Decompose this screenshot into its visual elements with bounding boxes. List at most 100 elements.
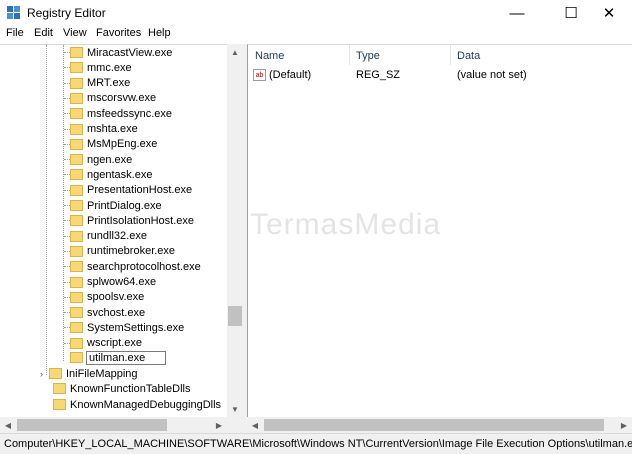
menu-view[interactable]: View: [63, 27, 87, 39]
folder-icon: [70, 200, 83, 211]
tree-guide-line: [46, 45, 47, 375]
folder-icon: [70, 123, 83, 135]
tree-horizontal-scrollbar[interactable]: ◀ ▶: [0, 417, 243, 433]
tree-item[interactable]: PrintIsolationHost.exe: [70, 213, 195, 228]
tree-item[interactable]: mmc.exe: [70, 60, 133, 75]
tree-item[interactable]: searchprotocolhost.exe: [70, 259, 202, 274]
menu-edit[interactable]: Edit: [34, 27, 53, 39]
tree-item-rename-field[interactable]: utilman.exe: [86, 350, 167, 365]
tree-item-label: searchprotocolhost.exe: [87, 260, 201, 273]
folder-icon: [70, 322, 83, 334]
value-row-default[interactable]: ab (Default): [253, 67, 311, 83]
folder-icon: [70, 245, 83, 257]
scroll-thumb[interactable]: [264, 419, 604, 431]
folder-icon: [70, 108, 83, 120]
tree-item[interactable]: mscorsvw.exe: [70, 91, 157, 106]
scroll-left-arrow-icon[interactable]: ◀: [247, 417, 263, 433]
tree-item[interactable]: MiracastView.exe: [70, 45, 173, 60]
tree-item[interactable]: spoolsv.exe: [70, 290, 145, 305]
column-separator[interactable]: [450, 45, 451, 65]
column-separator[interactable]: [349, 45, 350, 65]
tree-item-label: runtimebroker.exe: [87, 245, 176, 258]
tree-item[interactable]: PresentationHost.exe: [70, 183, 193, 198]
folder-icon: [70, 352, 83, 363]
scroll-thumb[interactable]: [228, 306, 242, 326]
tree-item[interactable]: msfeedssync.exe: [70, 106, 173, 121]
tree-item[interactable]: runtimebroker.exe: [70, 244, 176, 259]
scroll-right-arrow-icon[interactable]: ▶: [211, 417, 227, 433]
tree-item-label: mscorsvw.exe: [87, 92, 157, 105]
folder-icon: [53, 399, 66, 410]
menu-bar: File Edit View Favorites Help: [0, 26, 632, 43]
status-bar: Computer\HKEY_LOCAL_MACHINE\SOFTWARE\Mic…: [0, 433, 632, 454]
tree-item-label: PrintIsolationHost.exe: [87, 214, 194, 227]
watermark-text: TermasMedia: [250, 208, 442, 241]
expand-chevron-icon[interactable]: ›: [40, 369, 43, 379]
scroll-right-arrow-icon[interactable]: ▶: [616, 417, 632, 433]
value-type-cell: REG_SZ: [356, 69, 401, 81]
tree-item-label: mshta.exe: [87, 123, 138, 135]
minimize-icon: —: [509, 4, 525, 22]
tree-item-knownmanageddebuggingdlls[interactable]: KnownManagedDebuggingDlls: [53, 397, 222, 412]
column-header-data[interactable]: Data: [457, 50, 480, 62]
list-horizontal-scrollbar[interactable]: ◀ ▶: [247, 417, 632, 433]
scroll-left-arrow-icon[interactable]: ◀: [0, 417, 16, 433]
maximize-icon: ☐: [564, 5, 578, 22]
folder-icon: [70, 154, 83, 166]
tree-item-label: ngentask.exe: [87, 168, 153, 181]
scroll-down-arrow-icon[interactable]: ▼: [227, 401, 243, 417]
folder-icon: [70, 215, 83, 227]
tree-item-label: spoolsv.exe: [87, 291, 145, 304]
tree-item-label: PresentationHost.exe: [87, 184, 193, 197]
tree-item[interactable]: SystemSettings.exe: [70, 320, 185, 335]
registry-tree[interactable]: MiracastView.exe mmc.exe MRT.exe mscorsvw.e…: [0, 44, 244, 434]
tree-guide-line: [63, 45, 64, 361]
folder-icon: [70, 291, 83, 303]
column-header-name[interactable]: Name: [255, 50, 284, 62]
menu-file[interactable]: File: [6, 27, 24, 39]
tree-item-label: MiracastView.exe: [87, 46, 173, 59]
tree-item[interactable]: rundll32.exe: [70, 229, 148, 244]
tree-item-label: MsMpEng.exe: [87, 138, 158, 151]
folder-icon: [70, 261, 83, 273]
menu-favorites[interactable]: Favorites: [96, 27, 141, 39]
tree-item-label: ngen.exe: [87, 153, 133, 166]
value-data-cell: (value not set): [457, 69, 527, 81]
folder-icon: [70, 184, 83, 196]
minimize-button[interactable]: —: [494, 0, 540, 26]
tree-item-label: SystemSettings.exe: [87, 321, 185, 334]
tree-item[interactable]: MsMpEng.exe: [70, 137, 158, 152]
value-name: (Default): [269, 69, 312, 81]
tree-vertical-scrollbar[interactable]: ▲ ▼: [227, 44, 243, 417]
folder-icon: [70, 92, 83, 104]
scroll-up-arrow-icon[interactable]: ▲: [227, 44, 243, 60]
tree-item-label: msfeedssync.exe: [87, 107, 172, 120]
close-icon: ✕: [602, 5, 616, 22]
tree-item-inifilemapping[interactable]: › IniFileMapping: [40, 366, 139, 381]
folder-icon: [70, 47, 83, 58]
window-title: Registry Editor: [27, 6, 106, 20]
folder-icon: [70, 77, 83, 89]
tree-item-label: wscript.exe: [87, 337, 143, 350]
tree-item[interactable]: ngen.exe: [70, 152, 133, 167]
folder-icon: [70, 62, 83, 74]
tree-item[interactable]: PrintDialog.exe: [70, 198, 163, 213]
scroll-thumb[interactable]: [17, 419, 167, 431]
tree-item[interactable]: wscript.exe: [70, 336, 143, 351]
tree-item-editing[interactable]: utilman.exe: [70, 350, 167, 365]
folder-icon: [70, 276, 83, 288]
tree-item-label: splwow64.exe: [87, 276, 157, 288]
tree-item[interactable]: svchost.exe: [70, 305, 146, 320]
tree-item-knownfunctiontabledlls[interactable]: KnownFunctionTableDlls: [53, 381, 191, 396]
column-header-type[interactable]: Type: [356, 50, 380, 62]
menu-help[interactable]: Help: [148, 27, 171, 39]
tree-item[interactable]: MRT.exe: [70, 76, 131, 91]
tree-item[interactable]: mshta.exe: [70, 122, 139, 137]
title-bar: Registry Editor — ☐ ✕: [0, 0, 632, 26]
close-button[interactable]: ✕: [586, 0, 632, 26]
folder-icon: [70, 138, 83, 150]
tree-item[interactable]: splwow64.exe: [70, 275, 157, 290]
tree-item[interactable]: ngentask.exe: [70, 167, 153, 182]
tree-item-label: rundll32.exe: [87, 230, 147, 243]
folder-icon: [70, 307, 83, 319]
